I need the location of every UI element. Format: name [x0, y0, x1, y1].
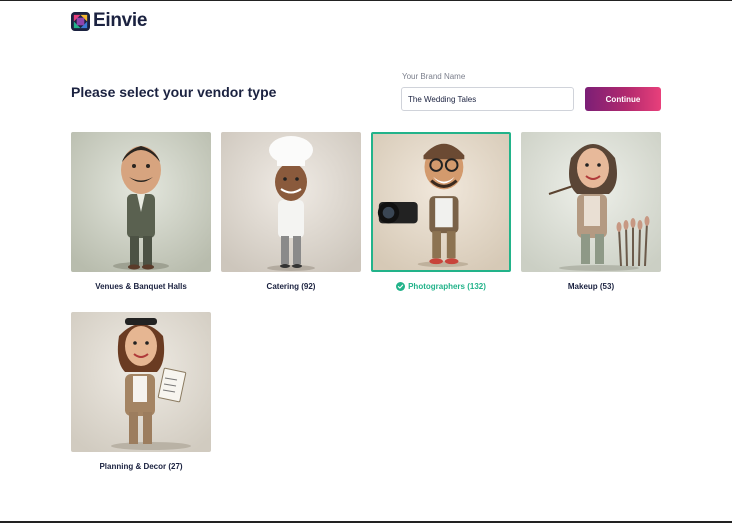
vendor-label-makeup: Makeup (53) [567, 282, 615, 291]
brand-name-input[interactable] [401, 87, 574, 111]
makeup-image[interactable] [521, 132, 661, 272]
vendor-card-catering[interactable]: Catering (92) [221, 132, 361, 291]
continue-button[interactable]: Continue [585, 87, 661, 111]
vendor-card-planning[interactable]: Planning & Decor (27) [71, 312, 211, 471]
vendor-card-venues[interactable]: Venues & Banquet Halls [71, 132, 211, 291]
logo-text: Einvie [93, 10, 148, 31]
brand-logo[interactable]: Einvie [71, 10, 147, 32]
vendor-label-photographers: Photographers (132) [371, 282, 511, 291]
brand-name-label: Your Brand Name [402, 72, 466, 81]
catering-image[interactable] [221, 132, 361, 272]
vendor-label-venues: Venues & Banquet Halls [95, 282, 187, 291]
planning-image[interactable] [71, 312, 211, 452]
vendor-card-makeup[interactable]: Makeup (53) [521, 132, 661, 291]
page-title: Please select your vendor type [71, 84, 277, 100]
window-top-border [0, 0, 732, 1]
check-circle-icon [396, 282, 406, 291]
venues-image[interactable] [71, 132, 211, 272]
vendor-label-catering: Catering (92) [266, 282, 316, 291]
vendor-card-photographers[interactable]: Photographers (132) [371, 132, 511, 291]
vendor-label-planning: Planning & Decor (27) [99, 462, 183, 471]
einvie-logo-icon [71, 11, 90, 31]
photographers-image[interactable] [371, 132, 511, 272]
